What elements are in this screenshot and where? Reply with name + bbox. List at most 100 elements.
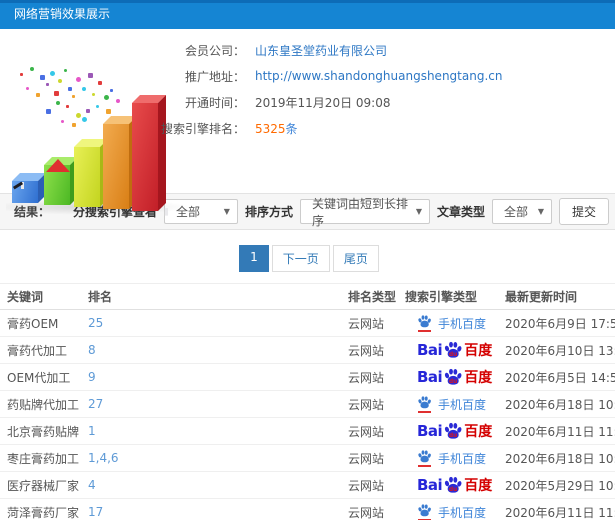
engine-cell: 手机百度 Bai du 百度: [405, 498, 505, 520]
updated-cell: 2020年6月18日 10:25: [505, 390, 615, 418]
col-updated: 最新更新时间: [505, 283, 615, 310]
title-bar: 网络营销效果展示: [0, 0, 615, 29]
updated-cell: 2020年6月11日 11:40: [505, 498, 615, 520]
baidu-logo: Bai du 百度: [417, 475, 492, 495]
table-row: OEM代加工 9 云网站 手机百度 Bai: [0, 363, 615, 391]
table-header-row: 关键词 排名 排名类型 搜索引擎类型 最新更新时间: [0, 283, 615, 310]
baidu-bai-text: Bai: [417, 422, 443, 440]
sort-filter-value: 关键词由短到长排序: [311, 196, 408, 228]
rank-type-cell: 云网站: [348, 471, 405, 499]
table-row: 药贴牌代加工 27 云网站 手机百度 Bai: [0, 390, 615, 418]
keyword-cell: 北京膏药贴牌: [0, 417, 88, 445]
baidu-cn-text: 百度: [464, 343, 493, 359]
rank-link[interactable]: 4: [88, 471, 348, 499]
table-body: 膏药OEM 25 云网站 手机百度 Bai: [0, 309, 615, 520]
rank-link[interactable]: 17: [88, 498, 348, 520]
red-underline: [418, 330, 431, 332]
member-company-label: 会员公司：: [184, 43, 245, 58]
rank-link[interactable]: 1,4,6: [88, 444, 348, 472]
confetti-dot: [82, 87, 86, 91]
engine-rank-value: 5325条: [255, 120, 298, 137]
keyword-cell: 膏药代加工: [0, 336, 88, 364]
col-engine-type: 搜索引擎类型: [405, 283, 505, 310]
baidu-logo: Bai du 百度: [417, 340, 492, 360]
engine-rank-label: 搜索引擎排名：: [160, 121, 245, 136]
rank-type-cell: 云网站: [348, 309, 405, 337]
rank-type-cell: 云网站: [348, 363, 405, 391]
updated-cell: 2020年5月29日 10:32: [505, 471, 615, 499]
member-company-link[interactable]: 山东皇圣堂药业有限公司: [255, 42, 387, 59]
rank-link[interactable]: 9: [88, 363, 348, 391]
confetti-dot: [36, 93, 40, 97]
rank-type-cell: 云网站: [348, 417, 405, 445]
confetti-dot: [98, 81, 102, 85]
confetti-dot: [76, 113, 81, 118]
baidu-bai-text: Bai: [417, 368, 443, 386]
confetti-dot: [76, 77, 81, 82]
rank-type-cell: 云网站: [348, 390, 405, 418]
confetti-dot: [88, 73, 93, 78]
confetti-dot: [72, 123, 76, 127]
confetti-dot: [92, 93, 95, 96]
engine-cell: 手机百度 Bai du 百度: [405, 471, 505, 499]
confetti-dot: [106, 109, 111, 114]
keyword-cell: 膏药OEM: [0, 309, 88, 337]
chevron-down-icon: ▼: [223, 207, 230, 216]
baidu-bai-text: Bai: [417, 476, 443, 494]
baidu-paw-icon: [417, 449, 432, 467]
pagination: 1 下一页 尾页: [0, 245, 615, 272]
marketing-results-page: 网络营销效果展示 会员公司： 山东皇圣堂药业有限公司 推广地址： http://…: [0, 0, 615, 520]
updated-cell: 2020年6月18日 10:19: [505, 444, 615, 472]
rank-link[interactable]: 8: [88, 336, 348, 364]
baidu-paw-icon: du: [445, 341, 462, 358]
red-underline: [418, 465, 431, 467]
confetti-dot: [58, 79, 62, 83]
baidu-cn-text: 百度: [464, 424, 493, 440]
updated-cell: 2020年6月10日 13:40: [505, 336, 615, 364]
confetti-dot: [46, 83, 49, 86]
last-page-button[interactable]: 尾页: [332, 245, 379, 272]
confetti-dot: [86, 109, 90, 113]
article-type-label: 文章类型: [436, 205, 485, 219]
table-row: 枣庄膏药加工 1,4,6 云网站 手机百度 Bai: [0, 444, 615, 472]
rank-type-cell: 云网站: [348, 498, 405, 520]
rank-unit: 条: [285, 121, 298, 136]
next-page-button[interactable]: 下一页: [271, 245, 330, 272]
baidu-du-text: du: [449, 487, 457, 493]
promo-url-link[interactable]: http://www.shandonghuangshengtang.cn: [255, 69, 502, 83]
confetti-dot: [56, 101, 60, 105]
article-type-select[interactable]: 全部 ▼: [491, 199, 552, 224]
table-row: 医疗器械厂家 4 云网站 手机百度 Bai: [0, 471, 615, 499]
red-underline: [418, 411, 431, 413]
rank-link[interactable]: 25: [88, 309, 348, 337]
col-rank-type: 排名类型: [348, 283, 405, 310]
rank-link[interactable]: 27: [88, 390, 348, 418]
mobile-baidu-logo: 手机百度: [417, 449, 486, 467]
engine-cell: 手机百度 Bai du 百度: [405, 336, 505, 364]
baidu-paw-icon: du: [445, 368, 462, 385]
baidu-paw-icon: du: [445, 476, 462, 493]
baidu-paw-icon: [417, 503, 432, 520]
engine-label: 手机百度: [438, 451, 487, 466]
keyword-cell: 药贴牌代加工: [0, 390, 88, 418]
confetti-dot: [68, 87, 72, 91]
page-1-button[interactable]: 1: [239, 245, 269, 272]
chevron-down-icon: ▼: [415, 207, 422, 216]
rank-type-cell: 云网站: [348, 336, 405, 364]
confetti-dot: [50, 71, 55, 76]
open-time-row: 开通时间： 2019年11月20日 09:08: [150, 89, 502, 115]
table-row: 膏药代加工 8 云网站 手机百度 Bai: [0, 336, 615, 364]
confetti-dot: [110, 89, 113, 92]
submit-button[interactable]: 提交: [558, 198, 609, 225]
rank-link[interactable]: 1: [88, 417, 348, 445]
sort-filter-label: 排序方式: [244, 205, 293, 219]
rank-count: 5325: [255, 121, 286, 136]
rank-type-cell: 云网站: [348, 444, 405, 472]
baidu-paw-icon: [417, 395, 432, 413]
confetti-dot: [26, 87, 29, 90]
baidu-du-text: du: [449, 433, 457, 439]
sort-filter-select[interactable]: 关键词由短到长排序 ▼: [299, 197, 430, 228]
confetti-dot: [54, 91, 59, 96]
engine-cell: 手机百度 Bai du 百度: [405, 390, 505, 418]
confetti-dot: [61, 120, 64, 123]
